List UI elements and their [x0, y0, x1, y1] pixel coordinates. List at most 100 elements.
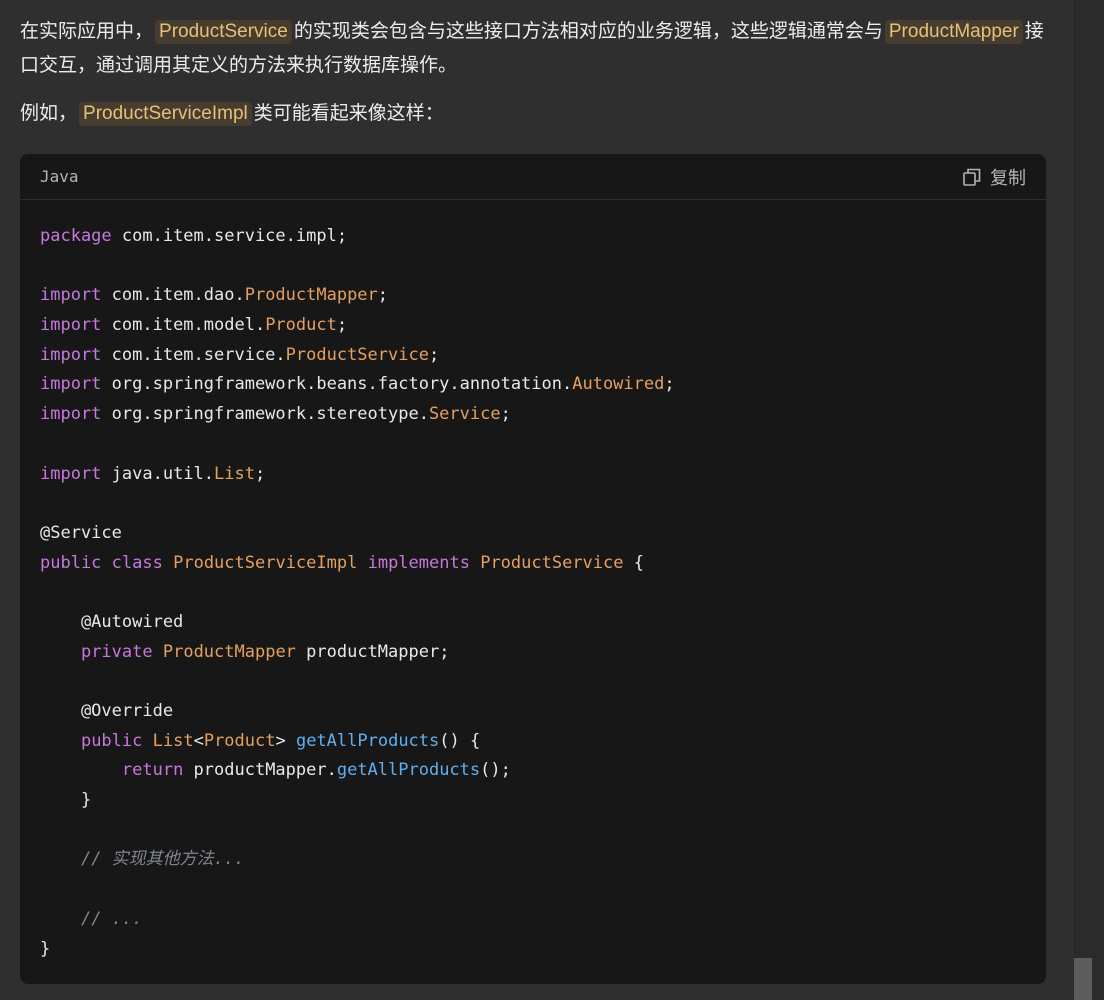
code-token: ProductServiceImpl [173, 552, 358, 573]
code-token: public [40, 552, 102, 573]
code-token: @Service [40, 522, 122, 543]
code-token: { [623, 552, 644, 573]
code-token: @Override [40, 701, 174, 721]
code-block-header: Java 复制 [20, 154, 1046, 200]
inline-code: ProductMapper [884, 20, 1023, 44]
code-token: getAllProducts [295, 730, 440, 751]
message-paragraph-1: 在实际应用中， ProductService 的实现类会包含与这些接口方法相对应的业… [20, 14, 1046, 82]
code-token: productMapper. [183, 760, 337, 781]
code-token: org.springframework.beans.factory.annota… [101, 374, 573, 395]
code-line: @Service [40, 519, 1026, 549]
code-language-label: Java [40, 167, 79, 186]
code-token: Service [428, 404, 501, 425]
code-token: ; [377, 285, 389, 306]
code-line: @Autowired [40, 608, 1026, 638]
code-token: Product [203, 730, 276, 751]
code-line: import java.util.List; [40, 460, 1026, 490]
code-token: import [40, 315, 102, 336]
code-line: // ... [40, 905, 1026, 935]
code-token: ; [428, 344, 440, 365]
code-block: Java 复制 package com.item.service.impl; i… [20, 154, 1046, 984]
code-token: List [152, 730, 194, 751]
code-token: Autowired [572, 374, 665, 395]
code-token: ; [500, 404, 511, 425]
code-token: public [80, 730, 143, 751]
code-token: com.item.service.impl; [111, 226, 348, 246]
copy-code-button[interactable]: 复制 [962, 164, 1026, 190]
code-token: import [40, 344, 102, 365]
code-line: package com.item.service.impl; [40, 222, 1026, 252]
message-paragraph-2: 例如， ProductServiceImpl 类可能看起来像这样： [20, 96, 1046, 130]
code-token: package [40, 226, 112, 246]
code-token: java.util. [101, 463, 215, 484]
page-scrollbar[interactable] [1072, 0, 1104, 1000]
code-token: @Autowired [40, 611, 184, 632]
code-token: ; [254, 463, 266, 484]
code-token: productMapper; [295, 641, 450, 662]
copy-button-label: 复制 [990, 167, 1026, 189]
code-token: (); [480, 760, 511, 781]
code-token: > [275, 730, 296, 751]
code-token: class [111, 552, 163, 573]
code-token: // 实现其他方法... [80, 849, 245, 870]
code-line: return productMapper.getAllProducts(); [40, 756, 1026, 786]
code-line: private ProductMapper productMapper; [40, 638, 1026, 668]
code-line: } [40, 786, 1026, 816]
paragraph-text: 的实现类会包含与这些接口方法相对应的业务逻辑，这些逻辑通常会与 [293, 20, 883, 42]
code-token: List [214, 463, 255, 484]
code-token: () { [439, 730, 481, 751]
assistant-message: 在实际应用中， ProductService 的实现类会包含与这些接口方法相对应的业… [20, 14, 1046, 130]
chat-page: 在实际应用中， ProductService 的实现类会包含与这些接口方法相对应的业… [0, 0, 1104, 1000]
paragraph-text: 例如， [20, 102, 78, 124]
code-line: import org.springframework.stereotype.Se… [40, 400, 1026, 430]
code-token: ProductService [480, 552, 624, 573]
code-token: private [80, 641, 153, 662]
code-token: com.item.dao. [101, 285, 245, 306]
code-line: import org.springframework.beans.factory… [40, 370, 1026, 400]
code-token: < [193, 730, 204, 751]
code-token: return [121, 760, 184, 781]
code-token: ProductMapper [162, 641, 296, 662]
copy-icon [962, 167, 982, 187]
code-token: ; [336, 315, 348, 336]
code-token: // ... [80, 908, 143, 929]
paragraph-text: 类可能看起来像这样： [253, 102, 444, 124]
code-token: } [40, 938, 51, 959]
code-token: } [40, 790, 92, 811]
code-token: getAllProducts [336, 760, 481, 781]
code-content: package com.item.service.impl; import co… [20, 200, 1046, 964]
code-line: import com.item.model.Product; [40, 311, 1026, 341]
code-line: import com.item.service.ProductService; [40, 341, 1026, 371]
code-line: } [40, 935, 1026, 965]
paragraph-text: 在实际应用中， [20, 20, 154, 42]
code-token: import [40, 463, 102, 484]
code-token: com.item.service. [101, 344, 286, 365]
code-token: import [40, 285, 102, 306]
code-token: ProductService [285, 344, 429, 365]
code-token: import [40, 374, 102, 395]
code-token: implements [367, 552, 470, 573]
code-line: public class ProductServiceImpl implemen… [40, 549, 1026, 579]
inline-code: ProductServiceImpl [79, 102, 252, 126]
scrollbar-thumb[interactable] [1074, 958, 1092, 1000]
code-token: com.item.model. [101, 315, 266, 336]
inline-code: ProductService [155, 20, 292, 44]
